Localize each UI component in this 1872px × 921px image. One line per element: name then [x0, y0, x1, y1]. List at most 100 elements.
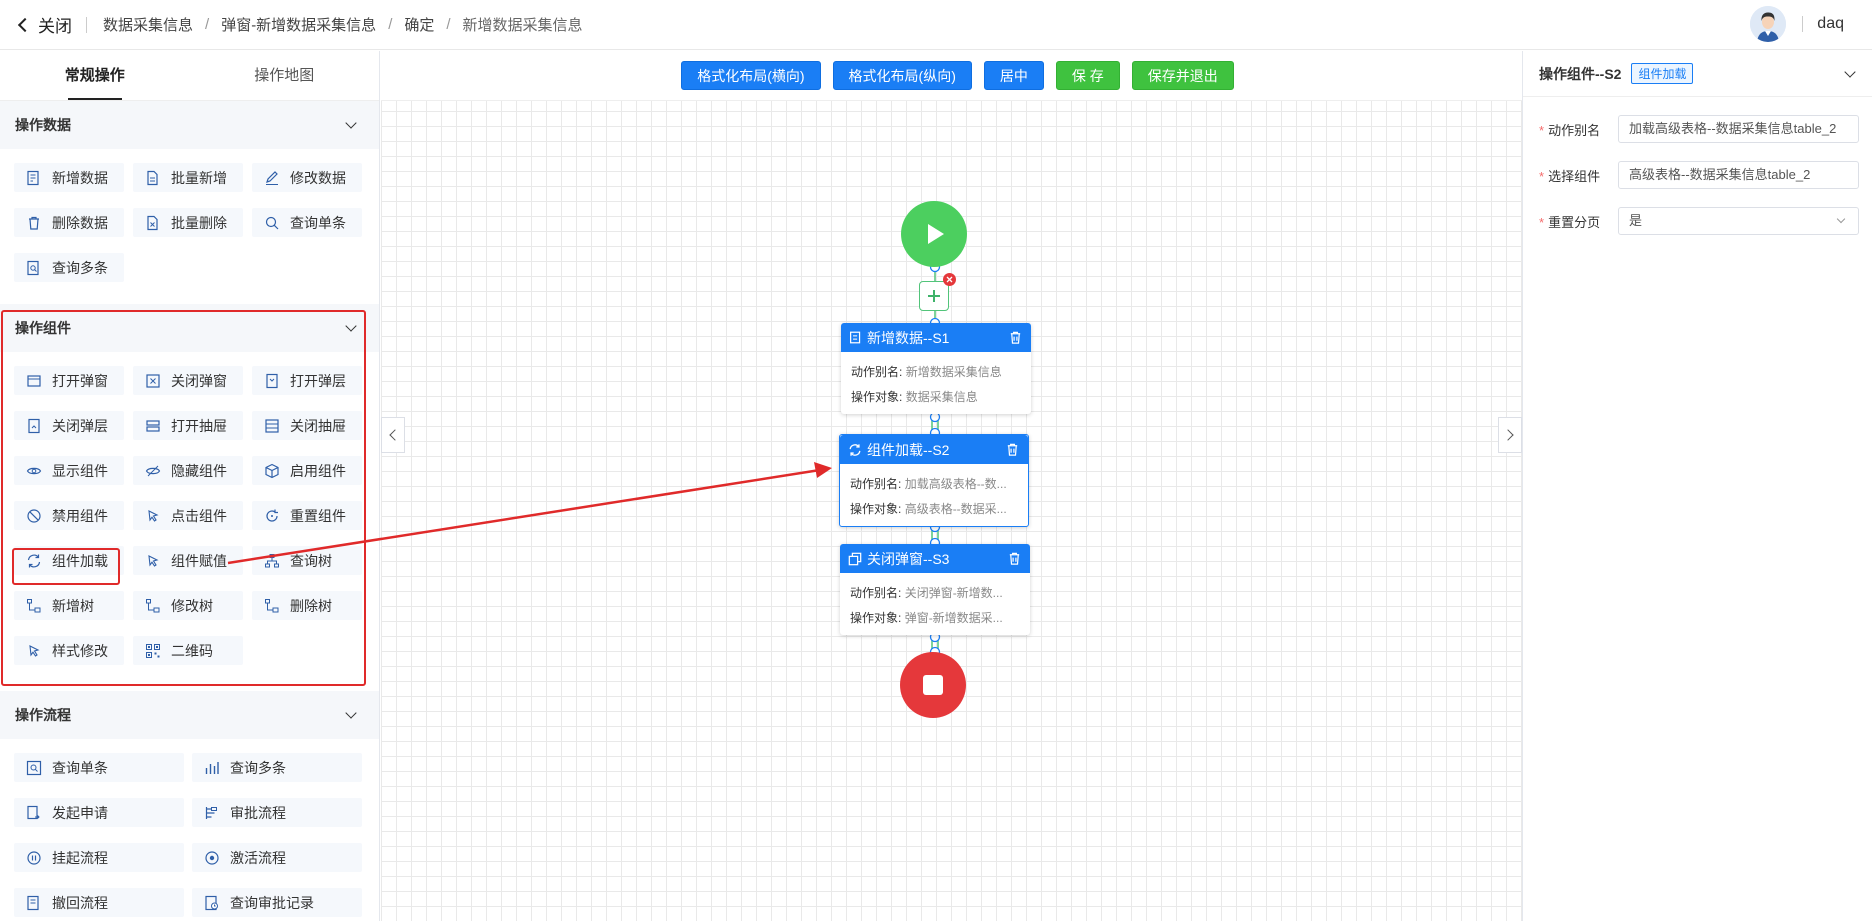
trash-icon[interactable]: [1008, 330, 1023, 345]
flow-node-s3[interactable]: 关闭弹窗--S3 动作别名: 关闭弹窗-新增数... 操作对象: 弹窗-新增数据…: [840, 544, 1030, 635]
trash-icon[interactable]: [1007, 551, 1022, 566]
op-close-drawer[interactable]: 关闭抽屉: [252, 411, 362, 440]
op-grid-component: 打开弹窗 关闭弹窗 打开弹层 关闭弹层 打开抽屉 关闭抽屉 显示组件 隐藏组件 …: [0, 352, 379, 669]
op-query-multi[interactable]: 查询多条: [14, 253, 124, 282]
save-button[interactable]: 保 存: [1055, 61, 1120, 90]
op-label: 查询审批记录: [230, 894, 314, 911]
op-qrcode[interactable]: 二维码: [133, 636, 243, 665]
group-header-component[interactable]: 操作组件: [0, 304, 379, 352]
op-flow-approve[interactable]: 审批流程: [192, 798, 362, 827]
copy-icon: [848, 552, 862, 565]
center-button[interactable]: 居中: [983, 61, 1044, 90]
op-flow-suspend[interactable]: 挂起流程: [14, 843, 184, 872]
eye-off-icon: [145, 465, 161, 476]
tree-icon: [265, 553, 279, 567]
flow-start-node[interactable]: [901, 201, 967, 267]
op-delete-tree[interactable]: 删除树: [252, 591, 362, 620]
op-query-single[interactable]: 查询单条: [252, 208, 362, 237]
document-search-icon: [27, 260, 39, 275]
op-show-component[interactable]: 显示组件: [14, 456, 124, 485]
tab-regular-ops[interactable]: 常规操作: [0, 51, 190, 100]
breadcrumb-item[interactable]: 弹窗-新增数据采集信息: [221, 14, 376, 35]
pointer-click-icon: [148, 509, 159, 522]
play-icon: [928, 224, 944, 244]
node-value: 加载高级表格--数...: [904, 477, 1007, 491]
node-row-target: 操作对象: 弹窗-新增数据采...: [850, 606, 1021, 631]
breadcrumb-item[interactable]: 数据采集信息: [103, 14, 193, 35]
op-label: 关闭抽屉: [290, 417, 346, 434]
op-assign-component[interactable]: 组件赋值: [133, 546, 243, 575]
op-edit-tree[interactable]: 修改树: [133, 591, 243, 620]
flow-canvas[interactable]: 格式化布局(横向) 格式化布局(纵向) 居中 保 存 保存并退出 新增数据--S…: [381, 51, 1522, 921]
op-enable-component[interactable]: 启用组件: [252, 456, 362, 485]
op-flow-query-multi[interactable]: 查询多条: [192, 753, 362, 782]
node-row-alias: 动作别名: 加载高级表格--数...: [850, 472, 1019, 497]
op-query-tree[interactable]: 查询树: [252, 546, 362, 575]
action-alias-input[interactable]: 加载高级表格--数据采集信息table_2: [1618, 115, 1859, 143]
flow-node-s2[interactable]: 组件加载--S2 动作别名: 加载高级表格--数... 操作对象: 高级表格--…: [839, 434, 1029, 527]
group-header-flow[interactable]: 操作流程: [0, 691, 379, 739]
flow-end-node[interactable]: [900, 652, 966, 718]
username[interactable]: daq: [1817, 15, 1844, 33]
op-open-drawer[interactable]: 打开抽屉: [133, 411, 243, 440]
properties-header[interactable]: 操作组件--S2 组件加载: [1523, 51, 1872, 97]
format-vertical-button[interactable]: 格式化布局(纵向): [832, 61, 972, 90]
op-edit-data[interactable]: 修改数据: [252, 163, 362, 192]
collapse-right-button[interactable]: [1498, 417, 1522, 453]
op-hide-component[interactable]: 隐藏组件: [133, 456, 243, 485]
flow-node-s1[interactable]: 新增数据--S1 动作别名: 新增数据采集信息 操作对象: 数据采集信息: [841, 323, 1031, 414]
op-reset-component[interactable]: 重置组件: [252, 501, 362, 530]
op-flow-query-single[interactable]: 查询单条: [14, 753, 184, 782]
save-exit-button[interactable]: 保存并退出: [1131, 61, 1234, 90]
op-flow-activate[interactable]: 激活流程: [192, 843, 362, 872]
node-body: 动作别名: 加载高级表格--数... 操作对象: 高级表格--数据采...: [840, 464, 1028, 526]
dialog-icon: [27, 374, 41, 387]
format-horizontal-button[interactable]: 格式化布局(横向): [681, 61, 821, 90]
op-add-tree[interactable]: 新增树: [14, 591, 124, 620]
op-open-dialog[interactable]: 打开弹窗: [14, 366, 124, 395]
tab-ops-map[interactable]: 操作地图: [190, 51, 380, 100]
group-header-data[interactable]: 操作数据: [0, 101, 379, 149]
close-button[interactable]: 关闭: [0, 12, 72, 37]
op-open-layer[interactable]: 打开弹层: [252, 366, 362, 395]
divider: [86, 16, 87, 33]
close-label: 关闭: [38, 17, 72, 36]
op-batch-add[interactable]: 批量新增: [133, 163, 243, 192]
qrcode-icon: [146, 643, 160, 658]
add-step-button[interactable]: [919, 281, 949, 311]
document-remove-icon: [147, 215, 158, 230]
op-flow-apply[interactable]: 发起申请: [14, 798, 184, 827]
collapse-left-button[interactable]: [381, 417, 405, 453]
reset-paging-select[interactable]: 是: [1618, 207, 1859, 235]
reset-icon: [266, 509, 278, 522]
remove-link-button[interactable]: [943, 273, 956, 286]
node-header: 关闭弹窗--S3: [840, 544, 1030, 573]
op-label: 打开抽屉: [171, 417, 227, 434]
user-menu[interactable]: daq: [1750, 6, 1844, 42]
op-disable-component[interactable]: 禁用组件: [14, 501, 124, 530]
left-tabs: 常规操作 操作地图: [0, 51, 379, 101]
drawer-icon: [146, 419, 160, 432]
field-label-text: 选择组件: [1548, 168, 1601, 184]
op-delete-data[interactable]: 删除数据: [14, 208, 124, 237]
op-click-component[interactable]: 点击组件: [133, 501, 243, 530]
op-flow-history[interactable]: 查询审批记录: [192, 888, 362, 917]
op-close-layer[interactable]: 关闭弹层: [14, 411, 124, 440]
component-type-badge: 组件加载: [1631, 63, 1694, 84]
select-component-input[interactable]: 高级表格--数据采集信息table_2: [1618, 161, 1859, 189]
avatar[interactable]: [1750, 6, 1787, 42]
op-load-component[interactable]: 组件加载: [14, 546, 124, 575]
chevron-down-icon[interactable]: [1844, 65, 1856, 78]
search-icon: [265, 216, 279, 229]
trash-icon[interactable]: [1005, 442, 1020, 457]
breadcrumb-item[interactable]: 确定: [404, 14, 434, 35]
op-batch-delete[interactable]: 批量删除: [133, 208, 243, 237]
drawer-close-icon: [265, 418, 279, 433]
layer-close-icon: [28, 418, 40, 433]
op-add-data[interactable]: 新增数据: [14, 163, 124, 192]
op-flow-withdraw[interactable]: 撤回流程: [14, 888, 184, 917]
op-close-dialog[interactable]: 关闭弹窗: [133, 366, 243, 395]
op-label: 发起申请: [52, 804, 108, 821]
op-style-modify[interactable]: 样式修改: [14, 636, 124, 665]
op-label: 新增数据: [52, 169, 108, 186]
